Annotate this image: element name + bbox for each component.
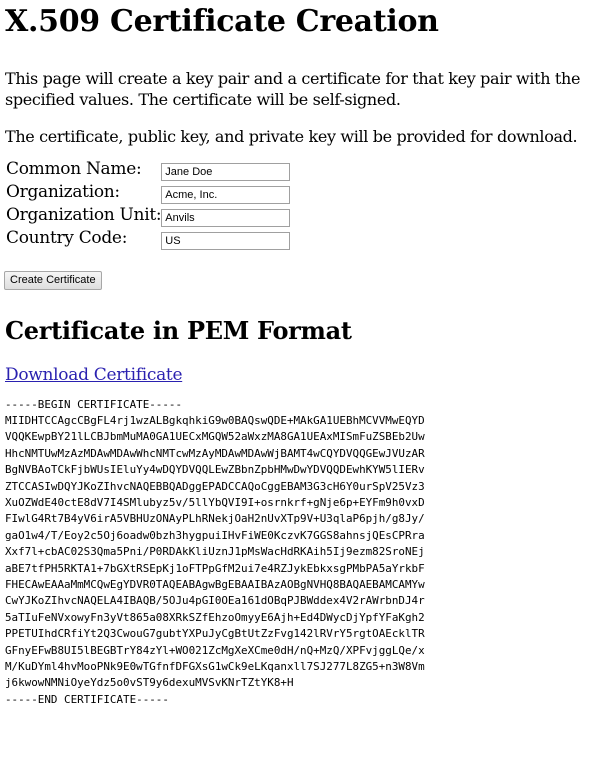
organization-unit-label: Organization Unit: — [6, 205, 162, 225]
page-title: X.509 Certificate Creation — [5, 4, 439, 39]
pem-data-line: aBE7tfPH5RKTA1+7bGXtRSEpKj1oFTPpGfM2ui7e… — [5, 561, 425, 575]
pem-data-line: MIIDHTCCAgcCBgFL4rj1wzALBgkqhkiG9w0BAQsw… — [5, 413, 425, 427]
country-code-input[interactable] — [161, 232, 291, 250]
pem-data-line: FIwlG4Rt7B4yV6irA5VBHUzONAyPLhRNekjOaH2n… — [5, 512, 425, 526]
organization-label: Organization: — [6, 182, 120, 202]
pem-data-line: 5aTIuFeNVxowyFn3yVt865a08XRkSZfEhzoOmyyE… — [5, 610, 425, 624]
organization-unit-input[interactable] — [161, 209, 291, 227]
download-certificate-link[interactable]: Download Certificate — [5, 365, 183, 385]
pem-data-line: GFnyEFwB8UI5lBEGBTrY84zYl+WO021ZcMgXeXCm… — [5, 643, 425, 657]
pem-data-line: XuOZWdE40ctE8dV7I4SMlubyz5v/5llYbQVI9I+o… — [5, 495, 425, 509]
pem-data-line: gaO1w4/T/Eoy2c5Oj6oadw0bzh3hygpuiIHvFiWE… — [5, 528, 425, 542]
pem-data-line: Xxf7l+cbAC02S3Qma5Pni/P0RDAkKliUznJ1pMsW… — [5, 545, 425, 559]
common-name-label: Common Name: — [6, 159, 142, 179]
country-code-label: Country Code: — [6, 228, 128, 248]
form-row-common-name: Common Name: — [6, 159, 291, 182]
pem-data-line: VQQKEwpBY21lLCBJbmMuMA0GA1UECxMGQW52aWxz… — [5, 430, 425, 444]
form-row-organization: Organization: — [6, 182, 291, 205]
create-certificate-button[interactable]: Create Certificate — [4, 270, 102, 290]
form-row-country-code: Country Code: — [6, 228, 291, 251]
pem-data-line: CwYJKoZIhvcNAQELA4IBAQB/5OJu4pGI0OEa161d… — [5, 594, 425, 608]
form-row-organization-unit: Organization Unit: — [6, 205, 291, 228]
pem-data-line: j6kwowNMNiOyeYdz5o0vST9y6dexuMVSvKNrTZtY… — [5, 676, 294, 690]
pem-data-line: FHECAwEAAaMmMCQwEgYDVR0TAQEABAgwBgEBAAIB… — [5, 577, 425, 591]
pem-certificate-text: -----BEGIN CERTIFICATE----- MIIDHTCCAgcC… — [5, 397, 604, 709]
pem-section-heading: Certificate in PEM Format — [5, 315, 352, 345]
pem-data-line: HhcNMTUwMzAzMDAwMDAwWhcNMTcwMzAyMDAwMDAw… — [5, 446, 425, 460]
pem-data-line: BgNVBAoTCkFjbWUsIEluYy4wDQYDVQQLEwZBbnZp… — [5, 463, 425, 477]
download-note-paragraph: The certificate, public key, and private… — [5, 127, 578, 146]
pem-data-line: M/KuDYml4hvMooPNk9E0wTGfnfDFGXsG1wCk9eLK… — [5, 660, 425, 673]
pem-begin-line: -----BEGIN CERTIFICATE----- — [5, 397, 183, 411]
organization-input[interactable] — [161, 186, 291, 204]
certificate-form: Common Name: Organization: Organization … — [4, 159, 604, 290]
pem-data-line: ZTCCASIwDQYJKoZIhvcNAQEBBQADggEPADCCAQoC… — [5, 479, 425, 493]
common-name-input[interactable] — [161, 163, 291, 181]
page: X.509 Certificate Creation This page wil… — [0, 0, 609, 708]
pem-data-line: PPETUIhdCRfiYt2Q3CwouG7gubtYXPuJyCgBtUtZ… — [5, 627, 425, 641]
intro-paragraph: This page will create a key pair and a c… — [5, 69, 581, 109]
form-fields-table: Common Name: Organization: Organization … — [6, 159, 291, 251]
pem-end-line: -----END CERTIFICATE----- — [5, 692, 169, 706]
